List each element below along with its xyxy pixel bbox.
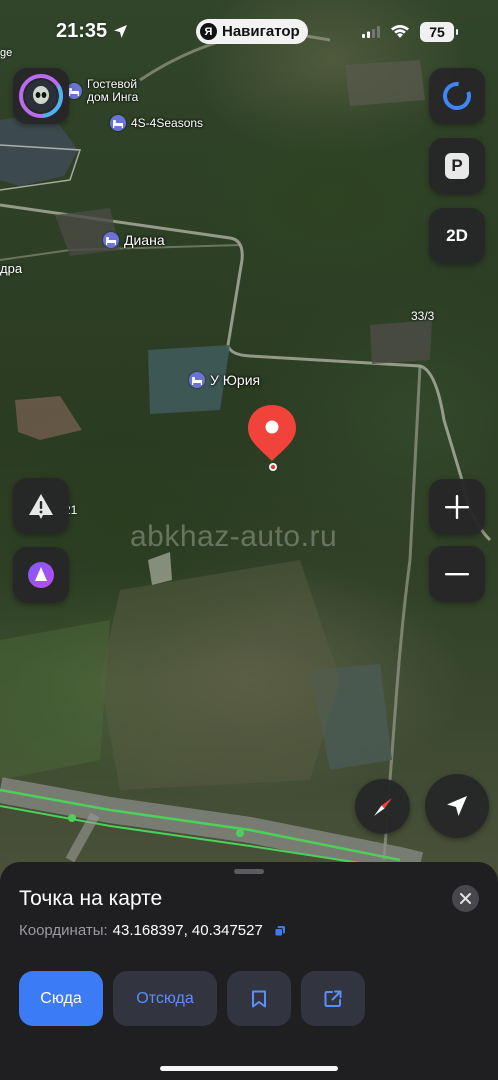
home-indicator[interactable] xyxy=(160,1066,338,1071)
hotel-icon xyxy=(110,115,126,131)
route-here-button[interactable]: Сюда xyxy=(19,971,103,1026)
point-details-sheet: Точка на карте Координаты: 43.168397, 40… xyxy=(0,862,498,1080)
report-incident-button[interactable] xyxy=(13,478,69,534)
hotel-icon xyxy=(103,232,119,248)
poi-label: 4S-4Seasons xyxy=(131,116,204,130)
bookmark-icon xyxy=(252,990,266,1007)
parking-icon: P xyxy=(445,153,469,179)
zoom-in-button[interactable] xyxy=(429,479,485,535)
incident-warning-icon xyxy=(29,494,53,519)
compass-icon xyxy=(373,797,392,816)
sheet-actions: Сюда Отсюда xyxy=(19,971,365,1026)
back-to-app-pill[interactable]: Я Навигатор xyxy=(196,19,308,44)
bookmark-button[interactable] xyxy=(227,971,291,1026)
wifi-icon xyxy=(391,25,409,38)
close-button[interactable] xyxy=(452,885,479,912)
copy-icon[interactable] xyxy=(274,925,286,937)
share-icon xyxy=(324,990,342,1007)
watermark: abkhaz-auto.ru xyxy=(130,520,338,553)
poi-label: Диана xyxy=(124,232,165,248)
poi-label: Гостевой дом Инга xyxy=(87,77,139,104)
share-button[interactable] xyxy=(301,971,365,1026)
alice-assistant-icon xyxy=(28,562,54,588)
map-edge-label: дра xyxy=(0,261,23,276)
view-mode-button[interactable]: 2D xyxy=(429,208,485,264)
locate-me-icon xyxy=(447,796,467,816)
alice-avatar-button[interactable] xyxy=(13,68,69,124)
clock: 21:35 xyxy=(56,20,128,43)
alice-assistant-button[interactable] xyxy=(429,68,485,124)
poi-diana[interactable]: Диана xyxy=(103,232,165,248)
zoom-in-icon xyxy=(445,495,469,519)
cellular-signal-icon xyxy=(362,26,380,38)
zoom-out-button[interactable] xyxy=(429,546,485,602)
parking-button[interactable]: P xyxy=(429,138,485,194)
locate-me-button[interactable] xyxy=(425,774,489,838)
app-name: Навигатор xyxy=(222,23,300,40)
poi-label: У Юрия xyxy=(210,372,261,388)
alice-avatar-icon xyxy=(19,74,63,118)
coordinates-label: Координаты: xyxy=(19,922,108,939)
compass-button[interactable] xyxy=(355,779,410,834)
coordinates-value[interactable]: 43.168397, 40.347527 xyxy=(113,922,263,939)
house-number-label: 33/3 xyxy=(411,309,435,323)
close-icon xyxy=(460,893,471,904)
coordinates-row: Координаты: 43.168397, 40.347527 xyxy=(19,922,286,939)
location-arrow-icon xyxy=(114,25,128,38)
zoom-out-icon xyxy=(445,573,469,576)
poi-4seasons[interactable]: 4S-4Seasons xyxy=(110,115,203,131)
poi-u-yuriya[interactable]: У Юрия xyxy=(189,372,260,388)
view-mode-label: 2D xyxy=(446,226,468,245)
location-pin-icon[interactable] xyxy=(244,401,300,471)
sheet-grabber[interactable] xyxy=(234,869,264,874)
alice-voice-button[interactable] xyxy=(13,547,69,603)
status-bar: 21:35 Я Навигатор 75 xyxy=(0,0,498,64)
alice-assistant-icon xyxy=(443,82,471,110)
poi-guesthouse-inga[interactable]: Гостевой дом Инга xyxy=(66,78,138,104)
hotel-icon xyxy=(189,372,205,388)
route-from-button[interactable]: Отсюда xyxy=(113,971,217,1026)
sheet-title: Точка на карте xyxy=(19,887,163,910)
battery-indicator: 75 xyxy=(420,22,458,42)
time-text: 21:35 xyxy=(56,20,108,42)
yandex-logo-icon: Я xyxy=(200,23,217,40)
status-icons: 75 xyxy=(362,22,458,42)
